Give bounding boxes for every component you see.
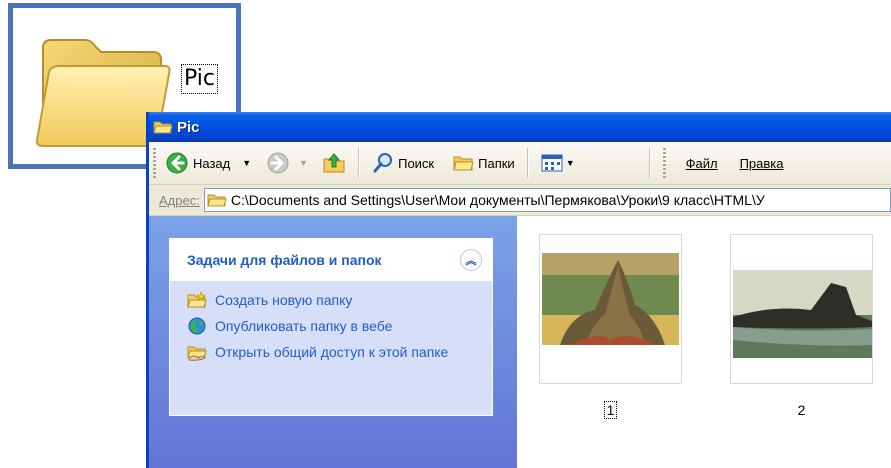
back-label: Назад [193, 155, 231, 171]
chevron-down-icon[interactable]: ▼ [566, 158, 575, 168]
title-bar[interactable]: Pic [149, 112, 891, 142]
folder-icon [153, 121, 173, 134]
folders-label: Папки [478, 155, 515, 171]
file-name: 1 [603, 401, 618, 419]
painting-thumbnail [542, 253, 679, 345]
file-name: 2 [797, 402, 806, 418]
chevron-down-icon[interactable]: ▼ [299, 158, 308, 168]
web-publish-icon [188, 317, 206, 335]
folder-icon [207, 194, 227, 207]
file-view: 1 2 [517, 216, 891, 468]
views-button[interactable]: ▼ [537, 148, 579, 178]
task-new-folder[interactable]: Создать новую папку [187, 291, 492, 309]
content-area: Задачи для файлов и папок ︽ Создать нову… [149, 216, 891, 468]
thumbnail-2[interactable] [730, 234, 873, 384]
task-panel-header[interactable]: Задачи для файлов и папок ︽ [170, 239, 492, 281]
address-field[interactable]: C:\Documents and Settings\User\Мои докум… [203, 188, 891, 212]
window-title: Pic [177, 118, 200, 136]
menu-grip[interactable] [662, 148, 666, 178]
search-icon [373, 153, 393, 173]
folders-icon [453, 156, 474, 171]
folder-caption[interactable]: Pic [181, 64, 218, 94]
back-arrow-icon [166, 152, 188, 174]
task-label: Опубликовать папку в вебе [215, 318, 393, 334]
share-folder-icon [187, 346, 207, 361]
search-label: Поиск [398, 155, 435, 171]
collapse-icon[interactable]: ︽ [460, 249, 482, 271]
task-panel-title: Задачи для файлов и папок [187, 252, 382, 268]
task-label: Создать новую папку [215, 292, 353, 308]
painting-thumbnail [733, 270, 872, 358]
chevron-down-icon[interactable]: ▼ [242, 158, 251, 168]
file-tasks-panel: Задачи для файлов и папок ︽ Создать нову… [169, 238, 493, 416]
address-path: C:\Documents and Settings\User\Мои докум… [230, 192, 765, 208]
task-list: Создать новую папку Опубликовать папку в… [170, 281, 492, 361]
toolbar: Назад ▼ ▼ Поиск Папки ▼ Файл Правка [149, 142, 891, 185]
search-button[interactable]: Поиск [368, 148, 438, 178]
forward-arrow-icon [267, 152, 289, 174]
forward-button[interactable]: ▼ [263, 148, 312, 178]
task-pane: Задачи для файлов и папок ︽ Создать нову… [149, 216, 517, 468]
folders-button[interactable]: Папки [448, 148, 519, 178]
toolbar-grip[interactable] [153, 148, 156, 178]
toolbar-separator [526, 148, 529, 178]
new-folder-icon [187, 291, 207, 308]
up-folder-icon [323, 153, 345, 173]
up-folder-button[interactable] [318, 148, 350, 178]
toolbar-separator [358, 148, 361, 178]
thumbnail-1[interactable] [539, 234, 682, 384]
explorer-window: Pic Назад ▼ ▼ Поиск Папки ▼ Файл Правка … [146, 112, 891, 468]
menu-file[interactable]: Файл [686, 156, 718, 171]
task-share-folder[interactable]: Открыть общий доступ к этой папке [187, 343, 492, 361]
address-bar: Адрес: C:\Documents and Settings\User\Мо… [149, 185, 891, 216]
views-icon [541, 154, 563, 172]
toolbar-separator [648, 148, 651, 178]
task-publish-web[interactable]: Опубликовать папку в вебе [187, 317, 492, 335]
back-button[interactable]: Назад ▼ [162, 148, 255, 178]
file-label-2[interactable]: 2 [730, 402, 873, 418]
menu-edit[interactable]: Правка [740, 156, 784, 171]
task-label: Открыть общий доступ к этой папке [215, 344, 449, 360]
file-label-1[interactable]: 1 [539, 401, 682, 419]
address-label: Адрес: [159, 192, 200, 208]
